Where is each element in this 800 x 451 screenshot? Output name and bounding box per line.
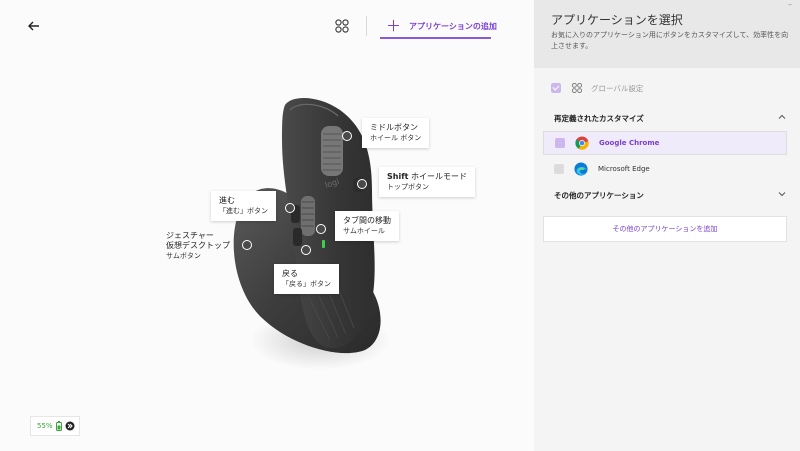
callout-forward-button[interactable]: 進む 「進む」ボタン <box>211 191 276 221</box>
callout-title: ジェスチャー <box>166 231 214 240</box>
chevron-down-icon[interactable] <box>778 190 786 200</box>
callout-subtitle: ホイール ボタン <box>370 134 422 142</box>
customized-apps-heading[interactable]: 再定義されたカスタマイズ <box>554 113 644 124</box>
chrome-icon <box>575 136 589 150</box>
app-selection-panel: アプリケーションを選択 お気に入りのアプリケーション用にボタンをカスタマイズして… <box>534 0 800 451</box>
callout-subtitle: サムボタン <box>166 252 201 260</box>
app-name: Google Chrome <box>599 139 660 147</box>
flow-icon <box>65 421 75 431</box>
callout-middle-button[interactable]: ミドルボタン ホイール ボタン <box>362 118 430 148</box>
mouse-illustration: logi <box>233 98 390 370</box>
callout-title: タブ間の移動 <box>343 216 391 225</box>
panel-title: アプリケーションを選択 <box>551 13 683 27</box>
callout-title: 進む <box>219 196 235 205</box>
hotspot-forward-button[interactable] <box>285 203 295 213</box>
callout-subtitle: 「進む」ボタン <box>219 207 268 215</box>
hotspot-middle-button[interactable] <box>342 131 352 141</box>
app-row-google-chrome[interactable]: Google Chrome <box>543 131 787 155</box>
callout-title: Shift ホイールモード <box>387 172 468 181</box>
app-checkbox[interactable] <box>555 138 565 148</box>
panel-header: アプリケーションを選択 お気に入りのアプリケーション用にボタンをカスタマイズして… <box>534 0 800 68</box>
minimize-button[interactable]: – <box>788 0 792 9</box>
global-settings-label: グローバル設定 <box>591 83 644 93</box>
callout-subtitle: サムホイール <box>343 227 385 235</box>
panel-description: お気に入りのアプリケーション用にボタンをカスタマイズして、効率性を向上させます。 <box>551 31 789 50</box>
callout-subtitle: 「戻る」ボタン <box>282 280 331 288</box>
app-name: Microsoft Edge <box>598 165 650 173</box>
other-apps-heading[interactable]: その他のアプリケーション <box>554 190 644 201</box>
battery-icon <box>55 421 62 431</box>
callout-thumb-wheel[interactable]: タブ間の移動 サムホイール <box>335 211 399 241</box>
app-row-microsoft-edge[interactable]: Microsoft Edge <box>543 157 787 181</box>
callout-title: 戻る <box>282 269 298 278</box>
global-checkbox[interactable] <box>551 83 561 93</box>
callout-subtitle: トップボタン <box>387 183 429 191</box>
chevron-up-icon[interactable] <box>778 113 786 123</box>
callout-gesture-button[interactable]: ジェスチャー 仮想デスクトップ サムボタン <box>158 226 238 266</box>
hotspot-thumb-wheel[interactable] <box>316 224 326 234</box>
app-checkbox[interactable] <box>554 164 564 174</box>
callout-shift-button[interactable]: Shift ホイールモード トップボタン <box>379 167 476 197</box>
hotspot-back-button[interactable] <box>301 245 311 255</box>
back-button-shape <box>293 228 302 246</box>
battery-status[interactable]: 55% <box>30 416 80 436</box>
app-grid-icon <box>571 82 583 94</box>
callout-back-button[interactable]: 戻る 「戻る」ボタン <box>274 264 339 294</box>
global-settings-row[interactable]: グローバル設定 <box>551 82 643 94</box>
hotspot-gesture-button[interactable] <box>242 240 252 250</box>
add-other-app-button[interactable]: その他のアプリケーションを追加 <box>543 216 787 242</box>
hotspot-shift-button[interactable] <box>357 179 367 189</box>
callout-title: ミドルボタン <box>370 123 418 132</box>
device-view: ＋ アプリケーションの追加 logi ミドルボタン ホイール ボタン Shift… <box>0 0 534 451</box>
edge-icon <box>574 162 588 176</box>
battery-percent: 55% <box>37 422 53 430</box>
battery-led <box>322 240 325 248</box>
callout-line2: 仮想デスクトップ <box>166 241 230 250</box>
